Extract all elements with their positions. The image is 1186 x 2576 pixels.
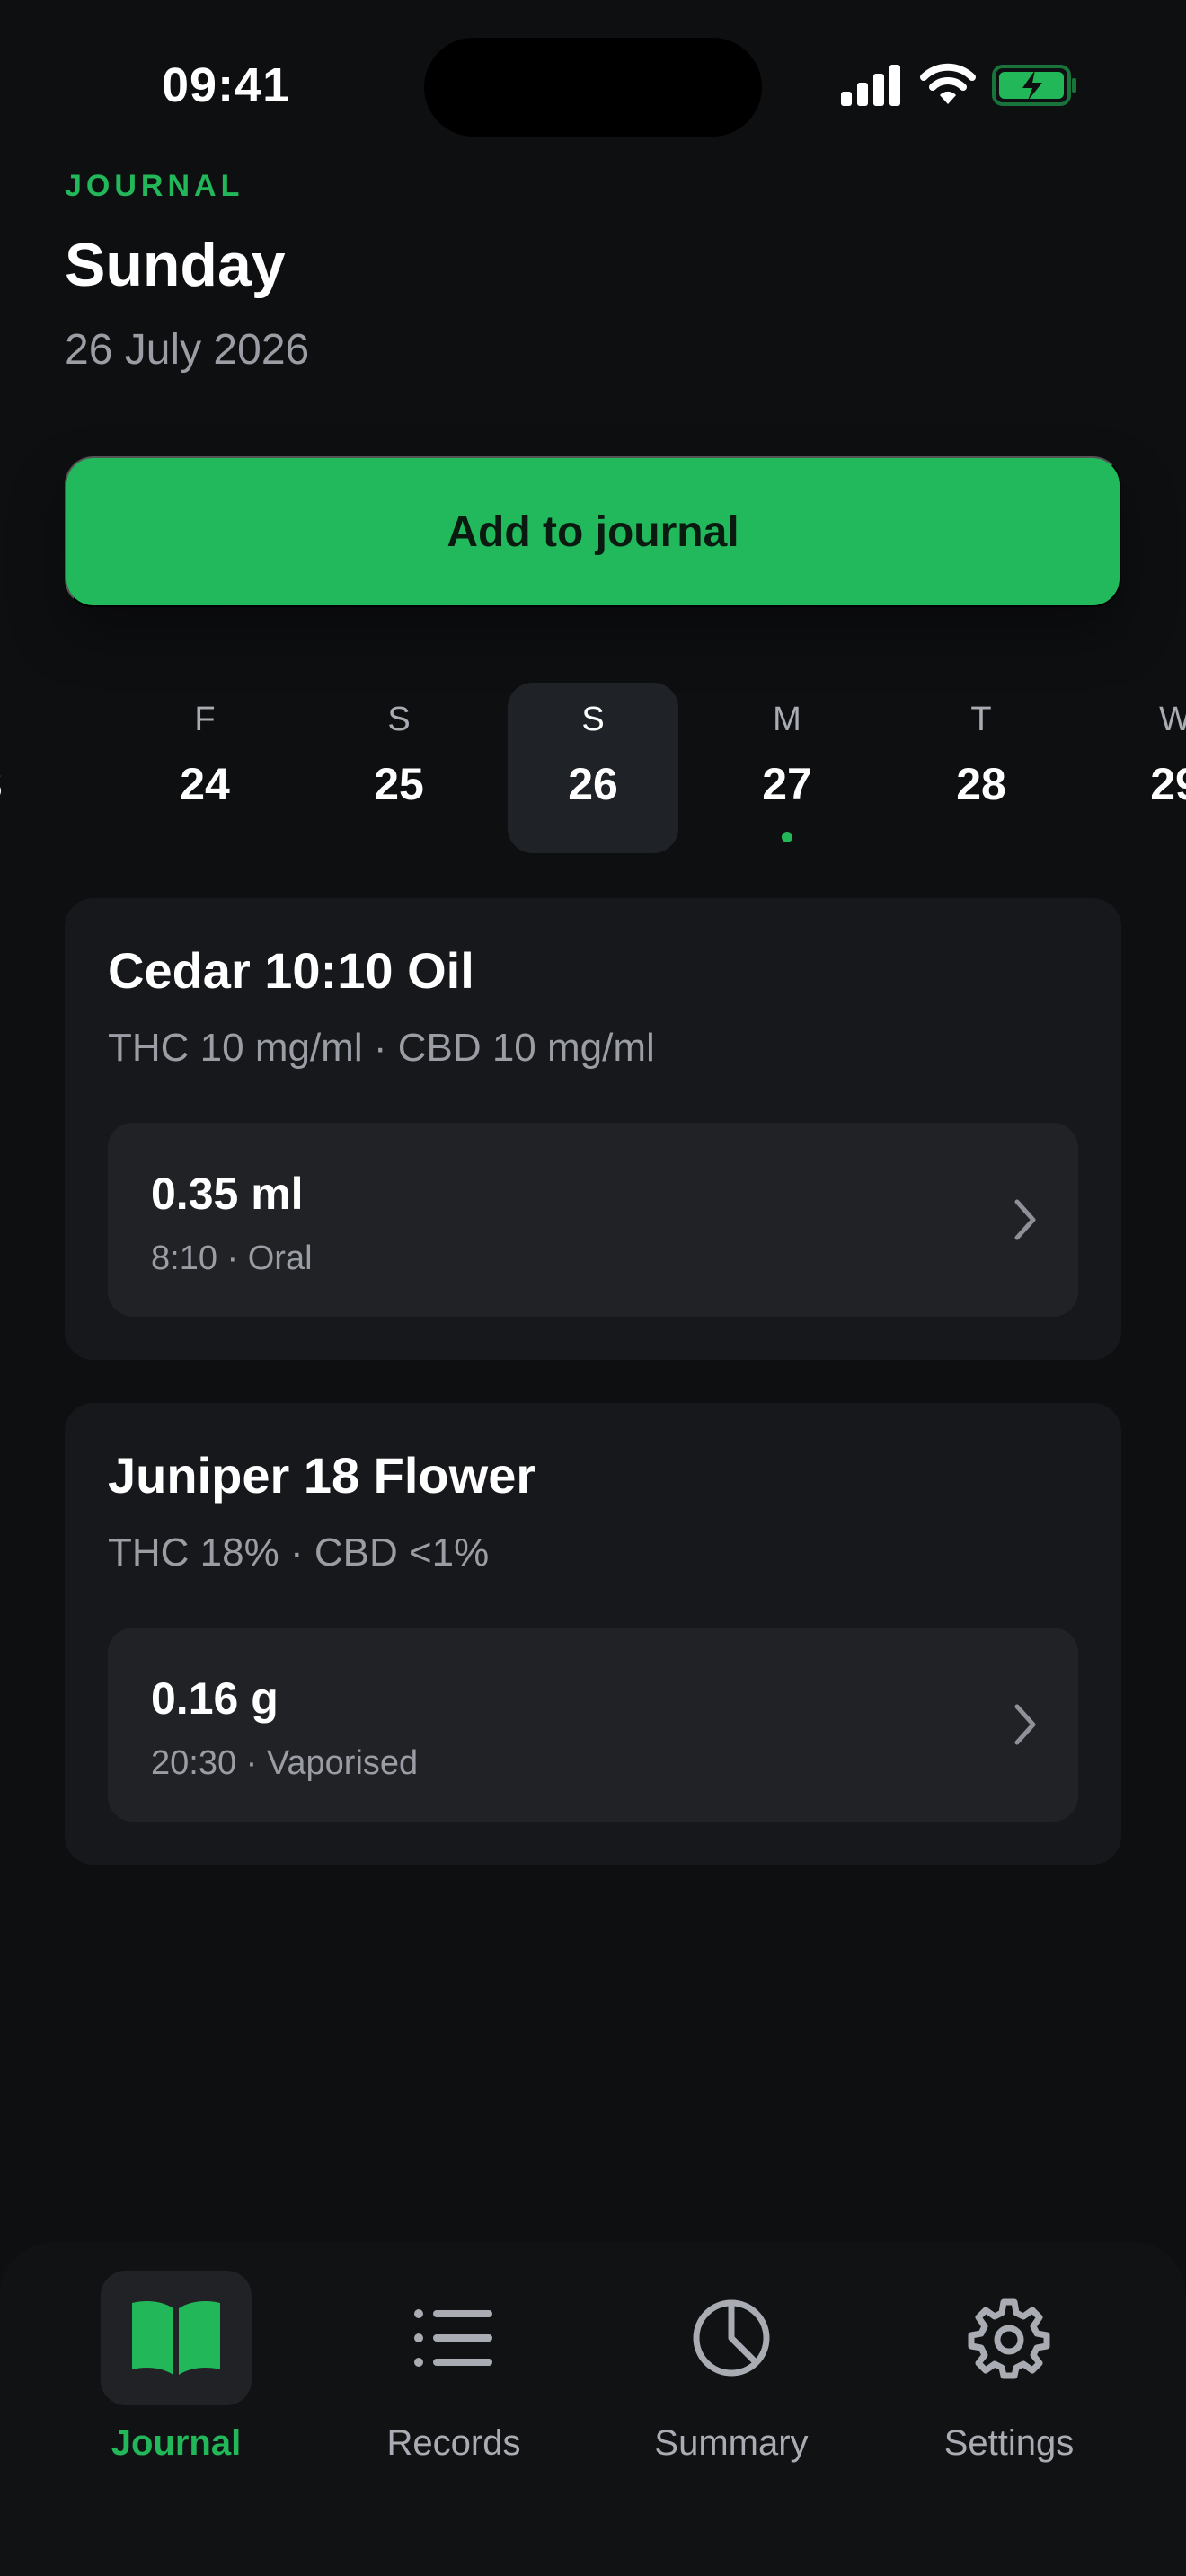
product-potency: THC 10 mg/ml · CBD 10 mg/ml (108, 1026, 655, 1070)
book-open-icon (132, 2301, 220, 2375)
battery-charging-icon (992, 65, 1076, 106)
day-number: 26 (568, 759, 618, 809)
product-card: Juniper 18 Flower THC 18% · CBD <1% 0.16… (65, 1403, 1121, 1865)
entry-time-method: 8:10 · Oral (151, 1239, 313, 1277)
wifi-icon (920, 63, 976, 104)
day-number: 28 (956, 759, 1006, 809)
entry-time-method: 20:30 · Vaporised (151, 1744, 419, 1782)
day-cell-28[interactable]: T 28 (896, 683, 1067, 853)
dynamic-island (424, 38, 762, 137)
day-cell-29[interactable]: W 29 (1090, 683, 1186, 853)
day-of-week: S (387, 701, 411, 738)
day-of-week: F (194, 701, 216, 738)
day-number: 24 (180, 759, 230, 809)
tab-icon-container (656, 2271, 807, 2405)
tab-label: Settings (943, 2423, 1075, 2463)
chevron-right-icon (1014, 1704, 1036, 1745)
tab-records[interactable]: Records (337, 2271, 571, 2504)
journal-entry-row[interactable]: 0.35 ml 8:10 · Oral (108, 1123, 1078, 1317)
tab-label: Summary (654, 2423, 809, 2463)
gear-icon (968, 2298, 1050, 2379)
section-eyebrow: JOURNAL (65, 169, 244, 203)
product-potency: THC 18% · CBD <1% (108, 1531, 490, 1575)
entry-indicator-dot (782, 832, 792, 842)
day-cell-25[interactable]: S 25 (314, 683, 484, 853)
day-number: 23 (0, 758, 63, 810)
day-number: 27 (762, 759, 812, 809)
tab-icon-container (101, 2271, 252, 2405)
journal-entry-row[interactable]: 0.16 g 20:30 · Vaporised (108, 1628, 1078, 1822)
product-card: Cedar 10:10 Oil THC 10 mg/ml · CBD 10 mg… (65, 898, 1121, 1360)
chevron-right-icon (1014, 1199, 1036, 1240)
pie-chart-icon (693, 2299, 770, 2377)
tab-icon-container (934, 2271, 1084, 2405)
status-time: 09:41 (162, 58, 291, 112)
day-number: 25 (374, 759, 424, 809)
cellular-signal-icon (841, 65, 900, 106)
tab-label: Records (386, 2423, 521, 2463)
list-icon (414, 2309, 492, 2367)
entry-amount: 0.35 ml (151, 1169, 304, 1219)
tab-label: Journal (111, 2423, 242, 2463)
tab-journal[interactable]: Journal (59, 2271, 293, 2504)
day-of-week: M (773, 701, 801, 738)
entry-amount: 0.16 g (151, 1673, 279, 1724)
page-title: Sunday (65, 231, 286, 299)
tab-bar: Journal Records Summary Settings (0, 2242, 1186, 2576)
page-date: 26 July 2026 (65, 326, 310, 374)
day-cell-26-selected[interactable]: S 26 (508, 683, 678, 853)
day-of-week: T (970, 701, 992, 738)
day-number: 29 (1150, 759, 1186, 809)
day-cell-24[interactable]: F 24 (119, 683, 290, 853)
day-of-week: W (1159, 701, 1186, 738)
week-strip: T 23 F 24 S 25 S 26 M 27 T 28 W 29 (0, 683, 1186, 862)
day-cell-23[interactable]: T 23 (0, 683, 63, 853)
product-name: Cedar 10:10 Oil (108, 942, 474, 999)
add-to-journal-button[interactable]: Add to journal (65, 456, 1121, 607)
day-of-week: T (0, 701, 63, 739)
tab-settings[interactable]: Settings (892, 2271, 1126, 2504)
tab-icon-container (378, 2271, 529, 2405)
product-name: Juniper 18 Flower (108, 1447, 536, 1504)
day-cell-27[interactable]: M 27 (702, 683, 872, 853)
tab-summary[interactable]: Summary (615, 2271, 848, 2504)
day-of-week: S (581, 701, 605, 738)
journal-screen: 09:41 JOURNAL Sunday 26 July 2026 Add to… (0, 0, 1186, 2576)
